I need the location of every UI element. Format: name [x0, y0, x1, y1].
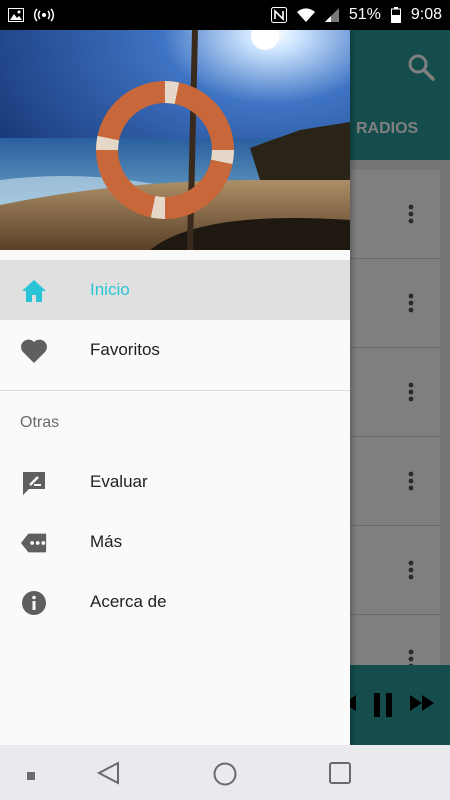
- drawer-header-image: [0, 30, 350, 250]
- drawer-item-label: Acerca de: [90, 592, 167, 611]
- signal-icon: [324, 8, 339, 22]
- wifi-icon: [296, 8, 315, 22]
- nav-dot-icon[interactable]: [26, 768, 36, 786]
- drawer-item-evaluar[interactable]: Evaluar: [0, 452, 350, 512]
- drawer-item-label: Inicio: [90, 280, 130, 299]
- status-bar: 51% 9:08: [0, 0, 450, 30]
- drawer-item-mas[interactable]: Más: [0, 512, 350, 572]
- drawer-item-label: Más: [90, 532, 123, 551]
- drawer-item-inicio[interactable]: Inicio: [0, 260, 350, 320]
- drawer-item-favoritos[interactable]: Favoritos: [0, 320, 350, 380]
- drawer-item-label: Favoritos: [90, 340, 160, 359]
- nfc-icon: [270, 7, 287, 23]
- divider: [0, 390, 350, 391]
- navigation-drawer: Inicio Favoritos Otras Evaluar Más Acerc…: [0, 30, 350, 745]
- info-icon: [20, 589, 48, 617]
- rate-review-icon: [20, 469, 48, 497]
- home-icon: [20, 277, 48, 305]
- home-button-icon[interactable]: [212, 761, 238, 792]
- drawer-item-acerca-de[interactable]: Acerca de: [0, 572, 350, 632]
- battery-percent: 51%: [348, 6, 381, 23]
- battery-icon: [390, 7, 401, 23]
- more-tag-icon: [20, 529, 48, 557]
- broadcast-icon: [34, 8, 54, 22]
- section-title: Otras: [20, 414, 60, 431]
- drawer-item-label: Evaluar: [90, 472, 148, 491]
- image-notification-icon: [8, 8, 24, 22]
- system-nav-bar: [0, 745, 450, 800]
- status-right: 51% 9:08: [270, 6, 442, 24]
- recents-icon[interactable]: [328, 761, 352, 790]
- heart-icon: [20, 337, 48, 365]
- back-icon[interactable]: [96, 761, 122, 790]
- clock: 9:08: [410, 6, 442, 23]
- status-left: [8, 8, 54, 22]
